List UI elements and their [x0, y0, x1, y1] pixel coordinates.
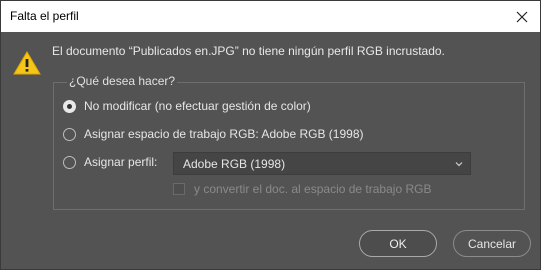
radio-button[interactable] [63, 155, 76, 169]
profile-select[interactable]: Adobe RGB (1998) [173, 152, 471, 175]
ok-button[interactable]: OK [359, 230, 437, 257]
window-title: Falta el perfil [10, 9, 79, 23]
convert-checkbox [173, 183, 185, 195]
radio-button[interactable] [63, 99, 76, 113]
convert-checkbox-row: y convertir el doc. al espacio de trabaj… [173, 182, 431, 196]
radio-assign-working-space[interactable]: Asignar espacio de trabajo RGB: Adobe RG… [63, 127, 364, 141]
radio-no-modify[interactable]: No modificar (no efectuar gestión de col… [63, 99, 311, 113]
convert-checkbox-label: y convertir el doc. al espacio de trabaj… [194, 182, 432, 196]
close-button[interactable] [504, 1, 540, 32]
warning-icon [13, 51, 41, 75]
radio-label: No modificar (no efectuar gestión de col… [84, 99, 311, 113]
dialog-window: Falta el perfil El documento “Publicados… [0, 0, 541, 270]
options-legend: ¿Qué desea hacer? [67, 74, 178, 88]
title-bar: Falta el perfil [1, 1, 540, 32]
dialog-message: El documento “Publicados en.JPG” no tien… [52, 44, 445, 58]
close-icon [516, 11, 528, 22]
radio-label: Asignar perfil: [84, 155, 158, 169]
radio-assign-profile[interactable]: Asignar perfil: [63, 155, 157, 169]
profile-select-value: Adobe RGB (1998) [183, 156, 286, 171]
cancel-button[interactable]: Cancelar [453, 230, 531, 257]
chevron-down-icon [455, 162, 463, 167]
radio-button[interactable] [63, 127, 76, 141]
radio-label: Asignar espacio de trabajo RGB: Adobe RG… [84, 127, 364, 141]
